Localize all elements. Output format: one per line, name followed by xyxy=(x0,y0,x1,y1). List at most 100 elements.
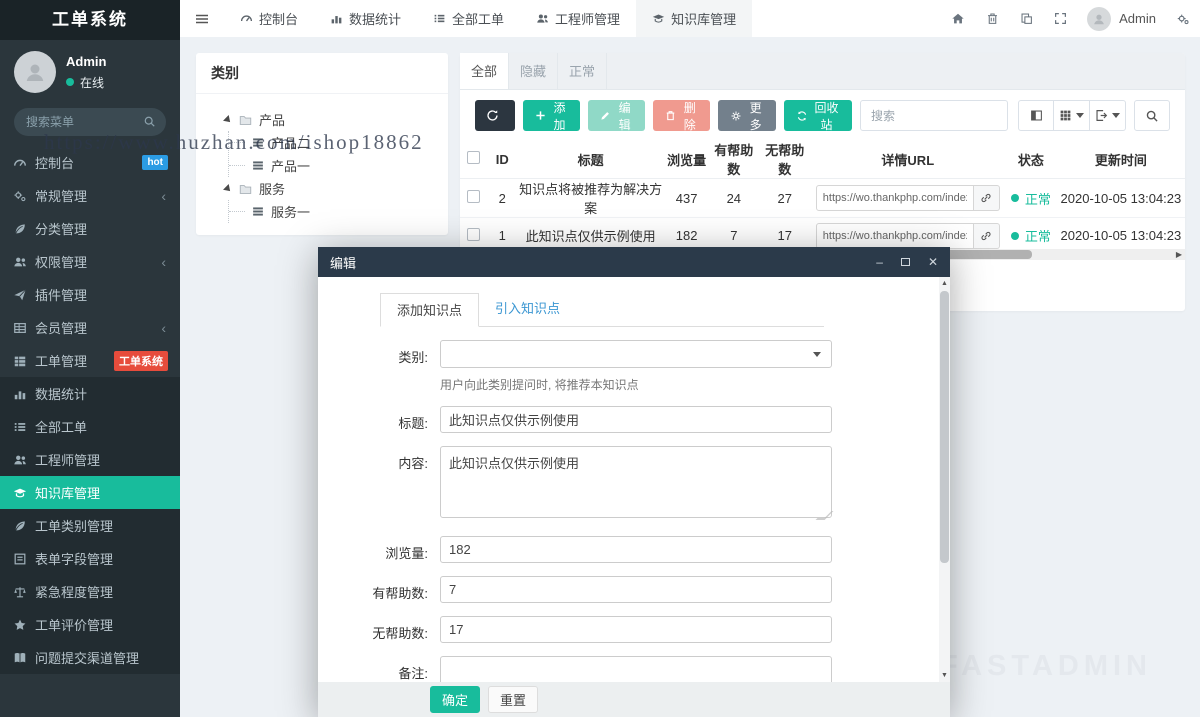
pencil-icon xyxy=(600,110,611,121)
sidebar-item-category[interactable]: 分类管理 xyxy=(0,212,180,245)
scroll-right-arrow-icon[interactable]: ▶ xyxy=(1176,250,1182,259)
row-checkbox[interactable] xyxy=(467,228,480,241)
refresh-button[interactable] xyxy=(475,100,515,131)
sidebar-item-dashboard[interactable]: 控制台 hot xyxy=(0,146,180,179)
confirm-button[interactable]: 确定 xyxy=(430,686,480,713)
tab-engineer[interactable]: 工程师管理 xyxy=(520,0,636,37)
views-input[interactable] xyxy=(440,536,832,563)
helpful-input[interactable] xyxy=(440,576,832,603)
maximize-icon xyxy=(901,258,910,266)
graduation-cap-icon xyxy=(13,486,27,500)
table-icon xyxy=(13,321,27,335)
detail-url-input[interactable] xyxy=(816,185,974,211)
content-textarea[interactable]: 此知识点仅供示例使用 xyxy=(440,446,832,518)
sidebar-item-knowledge[interactable]: 知识库管理 xyxy=(0,476,180,509)
delete-button[interactable]: 删除 xyxy=(653,100,710,131)
detail-url-input[interactable] xyxy=(816,223,974,249)
tab-add-knowledge[interactable]: 添加知识点 xyxy=(380,293,479,327)
export-icon xyxy=(1095,109,1108,122)
link-icon xyxy=(980,192,992,204)
tree-node-product2[interactable]: 产品二 xyxy=(251,131,438,154)
minimize-button[interactable]: – xyxy=(876,256,883,268)
tab-dashboard[interactable]: 控制台 xyxy=(224,0,314,37)
tree-node-service[interactable]: 服务 xyxy=(224,177,438,200)
sidebar-item-workorder[interactable]: 工单管理 工单系统 xyxy=(0,344,180,377)
sidebar-item-engineer[interactable]: 工程师管理 xyxy=(0,443,180,476)
sidebar-item-evaluation[interactable]: 工单评价管理 xyxy=(0,608,180,641)
knowledge-table: ID 标题 浏览量 有帮助数 无帮助数 详情URL 状态 更新时间 2 知识点将… xyxy=(460,140,1185,254)
dialog-titlebar[interactable]: 编辑 – ✕ xyxy=(318,247,950,277)
sidebar-item-permission[interactable]: 权限管理 ‹ xyxy=(0,245,180,278)
sidebar-item-urgency[interactable]: 紧急程度管理 xyxy=(0,575,180,608)
table-search-input[interactable] xyxy=(860,100,1008,131)
hot-badge: hot xyxy=(142,155,168,170)
search-button[interactable] xyxy=(1134,100,1170,131)
vertical-scrollbar[interactable]: ▲ ▼ xyxy=(939,277,950,682)
helpful-label: 有帮助数: xyxy=(338,576,428,603)
columns-dropdown-button[interactable] xyxy=(1054,100,1090,131)
category-select[interactable] xyxy=(440,340,832,368)
sidebar-toggle-button[interactable] xyxy=(180,0,224,37)
tree-node-service1[interactable]: 服务一 xyxy=(251,200,438,223)
list-icon xyxy=(433,12,446,25)
workorder-badge: 工单系统 xyxy=(114,351,168,371)
open-link-button[interactable] xyxy=(974,185,1000,211)
tree-node-product1[interactable]: 产品一 xyxy=(251,154,438,177)
open-link-button[interactable] xyxy=(974,223,1000,249)
tab-hidden[interactable]: 隐藏 xyxy=(509,53,558,89)
tab-knowledge[interactable]: 知识库管理 xyxy=(636,0,752,37)
sidebar-item-statistics[interactable]: 数据统计 xyxy=(0,377,180,410)
add-button[interactable]: 添加 xyxy=(523,100,580,131)
settings-button[interactable] xyxy=(1166,0,1200,37)
trash-button[interactable] xyxy=(975,0,1009,37)
table-header-row: ID 标题 浏览量 有帮助数 无帮助数 详情URL 状态 更新时间 xyxy=(460,140,1185,179)
scroll-down-arrow-icon[interactable]: ▼ xyxy=(939,672,950,679)
tree-node-product[interactable]: 产品 xyxy=(224,108,438,131)
avatar xyxy=(14,51,56,93)
tab-statistics[interactable]: 数据统计 xyxy=(314,0,417,37)
reset-button[interactable]: 重置 xyxy=(488,686,538,713)
home-button[interactable] xyxy=(941,0,975,37)
title-input[interactable] xyxy=(440,406,832,433)
more-button[interactable]: 更多 xyxy=(718,100,776,131)
user-menu[interactable]: Admin xyxy=(1077,7,1166,31)
maximize-button[interactable] xyxy=(901,256,910,268)
export-dropdown-button[interactable] xyxy=(1090,100,1126,131)
caret-down-icon xyxy=(1112,113,1120,118)
col-helpful: 有帮助数 xyxy=(709,140,759,179)
tab-import-knowledge[interactable]: 引入知识点 xyxy=(479,292,576,326)
col-updated: 更新时间 xyxy=(1057,140,1185,179)
row-checkbox[interactable] xyxy=(467,190,480,203)
tree-caret-icon[interactable] xyxy=(223,184,233,194)
views-label: 浏览量: xyxy=(338,536,428,563)
sidebar-item-form-field[interactable]: 表单字段管理 xyxy=(0,542,180,575)
col-status: 状态 xyxy=(1005,140,1057,179)
sidebar-item-general[interactable]: 常规管理 ‹ xyxy=(0,179,180,212)
sidebar-item-member[interactable]: 会员管理 ‹ xyxy=(0,311,180,344)
sidebar-item-plugin[interactable]: 插件管理 xyxy=(0,278,180,311)
fullscreen-button[interactable] xyxy=(1043,0,1077,37)
scroll-up-arrow-icon[interactable]: ▲ xyxy=(939,280,950,287)
unhelpful-input[interactable] xyxy=(440,616,832,643)
dashboard-icon xyxy=(13,156,27,170)
toggle-panel-button[interactable] xyxy=(1018,100,1054,131)
note-textarea[interactable] xyxy=(440,656,832,682)
tab-normal[interactable]: 正常 xyxy=(558,53,607,89)
edit-button[interactable]: 编辑 xyxy=(588,100,645,131)
app-brand: 工单系统 xyxy=(0,0,180,40)
dialog-tabs: 添加知识点 引入知识点 xyxy=(380,292,824,327)
username: Admin xyxy=(1119,11,1156,26)
scrollbar-thumb[interactable] xyxy=(940,291,949,563)
tab-all-orders[interactable]: 全部工单 xyxy=(417,0,520,37)
select-all-checkbox[interactable] xyxy=(467,151,480,164)
sidebar-item-channel[interactable]: 问题提交渠道管理 xyxy=(0,641,180,674)
tab-all[interactable]: 全部 xyxy=(460,53,509,89)
close-button[interactable]: ✕ xyxy=(928,256,938,268)
sidebar-item-order-category[interactable]: 工单类别管理 xyxy=(0,509,180,542)
tree-caret-icon[interactable] xyxy=(223,115,233,125)
recycle-bin-button[interactable]: 回收站 xyxy=(784,100,852,131)
gears-icon xyxy=(1176,12,1190,26)
title-label: 标题: xyxy=(338,406,428,433)
paste-button[interactable] xyxy=(1009,0,1043,37)
sidebar-item-all-orders[interactable]: 全部工单 xyxy=(0,410,180,443)
